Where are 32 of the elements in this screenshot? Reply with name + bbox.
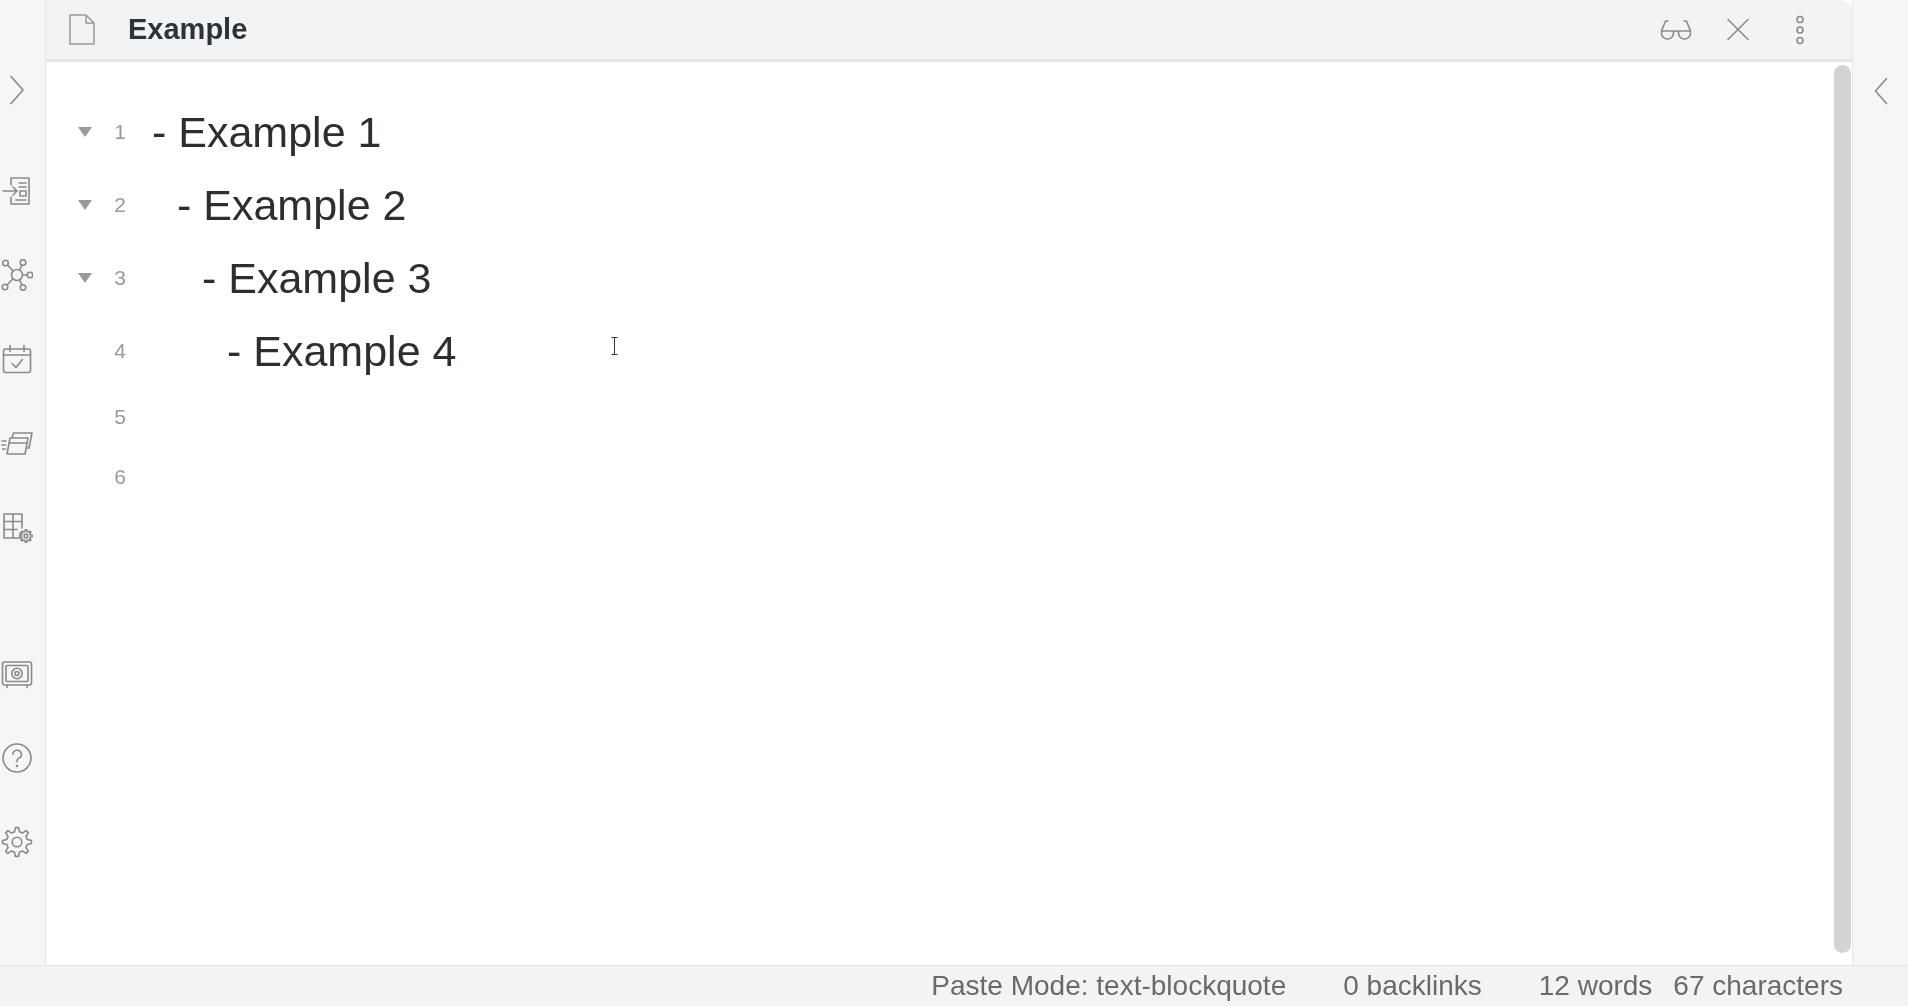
- line-text: - Example 1: [152, 106, 382, 157]
- caret-down-icon[interactable]: [78, 199, 92, 210]
- table-gear-icon[interactable]: [1, 511, 33, 543]
- caret-down-icon[interactable]: [78, 126, 92, 137]
- status-text: Paste Mode: text-blockquote: [931, 969, 1287, 1003]
- close-icon[interactable]: [1727, 18, 1749, 41]
- calendar-check-icon[interactable]: [1, 343, 33, 375]
- status-text: 12 words: [1538, 969, 1653, 1003]
- line-number: 6: [114, 465, 126, 489]
- chevron-left-icon[interactable]: [1874, 77, 1888, 105]
- status-text: 0 backlinks: [1343, 969, 1482, 1003]
- scrollbar-thumb[interactable]: [1834, 65, 1851, 953]
- line-text: - Example 3: [202, 252, 432, 303]
- graph-icon[interactable]: [1, 259, 33, 291]
- note-title: Example: [128, 13, 248, 46]
- line-number: 2: [114, 192, 126, 217]
- line-number: 3: [114, 265, 126, 290]
- glasses-icon[interactable]: [1660, 18, 1692, 41]
- line-number: 4: [114, 338, 126, 363]
- settings-icon[interactable]: [1, 826, 33, 858]
- status-text: 67 characters: [1673, 969, 1843, 1003]
- file-icon: [69, 14, 95, 45]
- help-icon[interactable]: [1, 742, 33, 774]
- safe-icon[interactable]: [1, 658, 33, 690]
- line-number: 1: [114, 119, 126, 144]
- more-vertical-icon[interactable]: [1795, 14, 1805, 45]
- text-cursor-icon: [611, 337, 618, 355]
- line-text: - Example 2: [177, 179, 407, 230]
- line-number: 5: [114, 405, 126, 429]
- line-text: - Example 4: [227, 325, 457, 376]
- document-arrow-icon[interactable]: [1, 175, 33, 207]
- caret-down-icon[interactable]: [78, 272, 92, 283]
